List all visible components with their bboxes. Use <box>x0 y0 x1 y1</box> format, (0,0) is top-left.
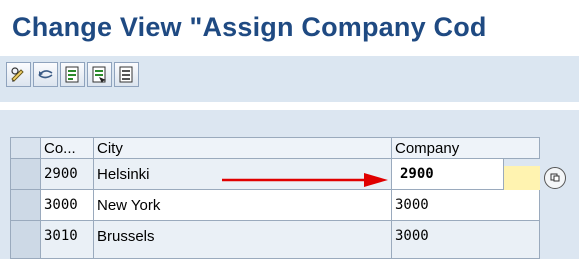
column-header-company[interactable]: Company <box>392 137 540 159</box>
details-doc-button[interactable] <box>114 62 139 87</box>
value-help-icon <box>550 173 560 182</box>
save-doc-button[interactable] <box>60 62 85 87</box>
doc-select-icon <box>92 66 106 83</box>
table-cell-co: 3000 <box>41 190 94 221</box>
refresh-button[interactable] <box>33 62 58 87</box>
table-cell-city: Brussels <box>94 221 392 259</box>
display-change-icon <box>11 67 24 82</box>
select-doc-button[interactable] <box>87 62 112 87</box>
refresh-icon <box>38 70 53 79</box>
select-all-cell[interactable] <box>10 137 41 159</box>
table-cell-co: 2900 <box>41 159 94 190</box>
doc-save-icon <box>65 66 79 83</box>
doc-details-icon <box>119 66 133 83</box>
input-focus-highlight <box>504 166 540 190</box>
company-input[interactable]: 3000 <box>392 221 540 259</box>
row-selector[interactable] <box>10 221 41 259</box>
column-header-city[interactable]: City <box>94 137 392 159</box>
application-toolbar <box>0 56 579 102</box>
company-input[interactable]: 2900 <box>392 159 504 190</box>
page-title: Change View "Assign Company Cod <box>12 12 487 42</box>
table-cell-city: New York <box>94 190 392 221</box>
company-input[interactable]: 3000 <box>392 190 540 221</box>
table-cell-co: 3010 <box>41 221 94 259</box>
row-selector[interactable] <box>10 190 41 221</box>
row-selector[interactable] <box>10 159 41 190</box>
value-help-button[interactable] <box>544 167 566 189</box>
title-bar: Change View "Assign Company Cod <box>0 0 579 54</box>
table-cell-city: Helsinki <box>94 159 392 190</box>
column-header-co[interactable]: Co... <box>41 137 94 159</box>
display-change-button[interactable] <box>6 62 31 87</box>
